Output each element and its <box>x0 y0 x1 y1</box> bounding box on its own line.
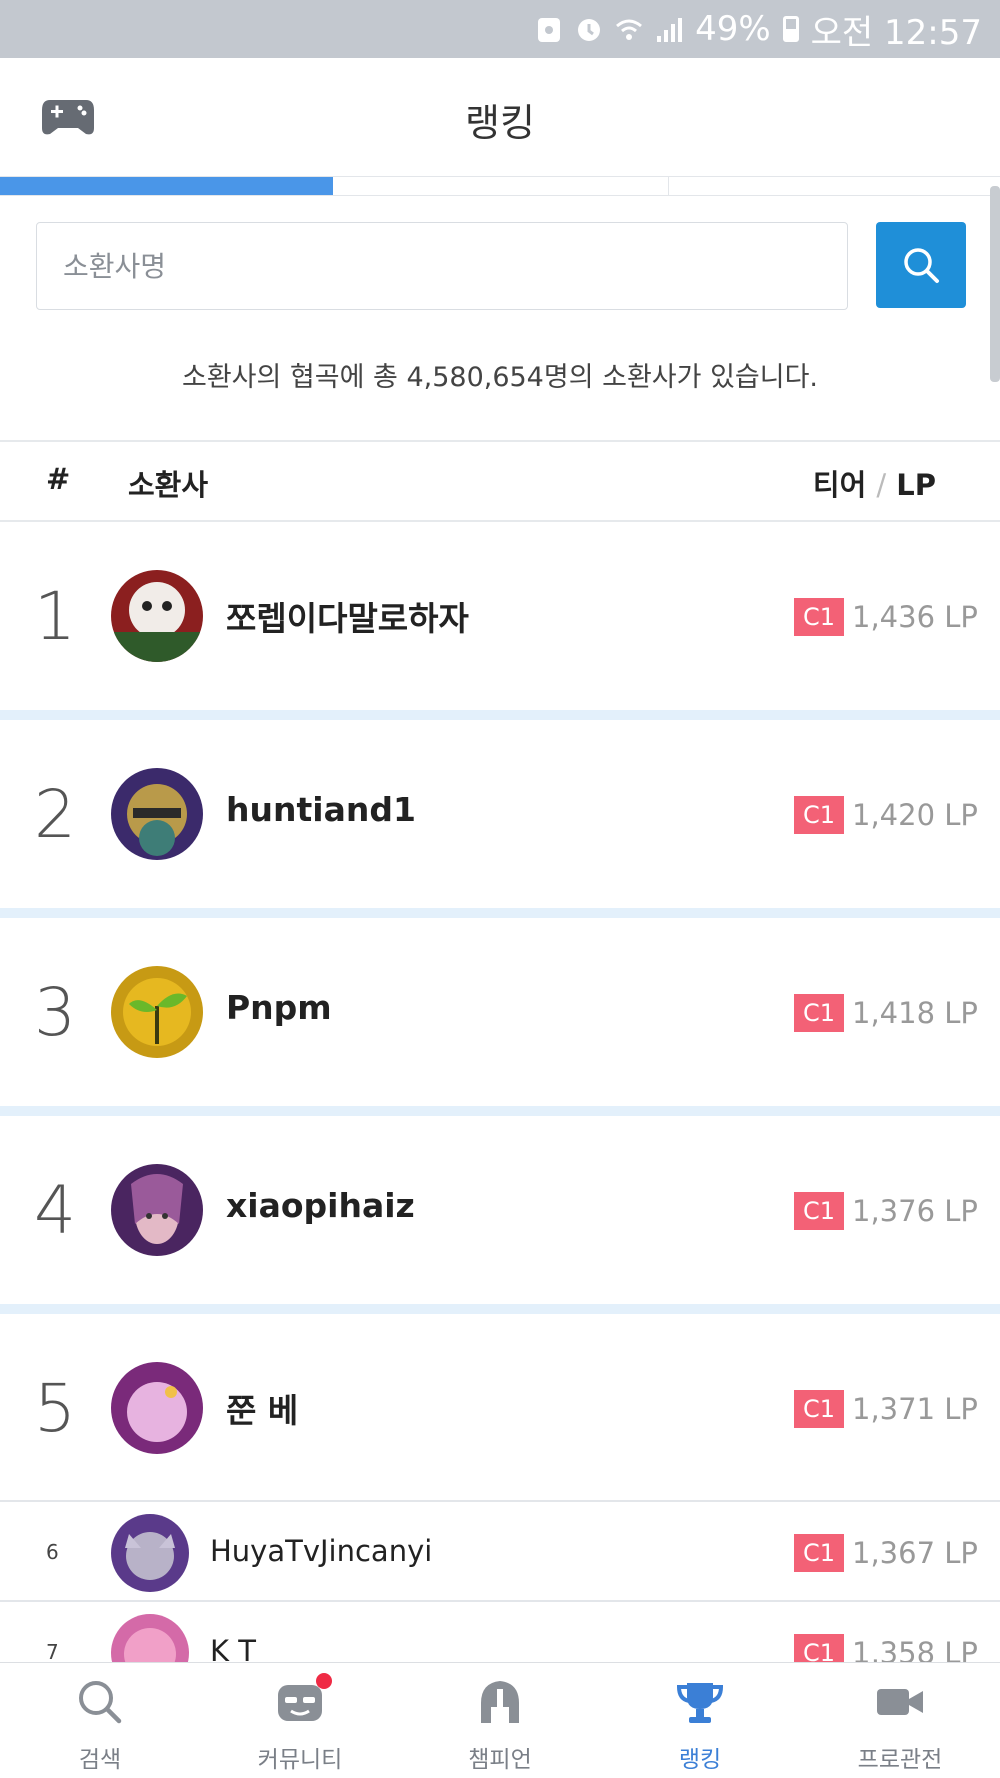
battery-icon <box>782 16 799 42</box>
nav-champion-label: 챔피언 <box>468 1747 532 1773</box>
clock: 오전 12:57 <box>810 12 982 53</box>
wifi-icon <box>616 19 643 40</box>
ranking-table-header: # 소환사 티어 / LP <box>0 440 1000 522</box>
tier-badge: C1 <box>794 1534 844 1572</box>
col-sep: / <box>876 468 887 502</box>
signal-icon <box>657 18 683 42</box>
summoner-search-input[interactable] <box>36 222 848 310</box>
summoner-name[interactable]: 쭌 베 <box>226 1384 298 1432</box>
row-separator <box>0 710 1000 720</box>
nav-community[interactable]: 커뮤니티 <box>200 1663 400 1778</box>
lp-value: 1,418 LP <box>852 996 978 1030</box>
nav-pro-watch-label: 프로관전 <box>857 1747 943 1773</box>
champion-helmet-icon <box>481 1681 519 1723</box>
summoner-avatar <box>111 966 203 1058</box>
nav-ranking-label: 랭킹 <box>678 1747 722 1773</box>
nav-pro-watch[interactable]: 프로관전 <box>800 1663 1000 1778</box>
tier-badge: C1 <box>794 1390 844 1428</box>
rank-number: 5 <box>34 1370 76 1447</box>
tab-strip <box>0 176 1000 196</box>
summoner-name[interactable]: huntiand1 <box>226 790 416 829</box>
summoner-name[interactable]: xiaopihaiz <box>226 1186 415 1225</box>
trophy-icon <box>676 1683 724 1723</box>
video-camera-icon <box>877 1689 923 1715</box>
tier-badge: C1 <box>794 796 844 834</box>
rank-number: 1 <box>34 578 76 655</box>
nav-community-label: 커뮤니티 <box>257 1747 343 1773</box>
row-separator <box>0 1304 1000 1314</box>
lp-value: 1,367 LP <box>852 1536 978 1570</box>
status-bar: 49% 오전 12:57 <box>0 0 1000 58</box>
app-header: 랭킹 <box>0 58 1000 176</box>
search-icon <box>904 248 939 283</box>
summoner-name[interactable]: Pnpm <box>226 988 332 1027</box>
ranking-row[interactable]: 3 Pnpm C1 1,418 LP <box>0 918 1000 1106</box>
bottom-nav: 검색 커뮤니티 챔피언 랭킹 프로관전 <box>0 1662 1000 1778</box>
summoner-name[interactable]: 쪼렙이다말로하자 <box>226 592 469 640</box>
summoner-avatar <box>111 1164 203 1256</box>
nav-champion[interactable]: 챔피언 <box>400 1663 600 1778</box>
tier-badge: C1 <box>794 994 844 1032</box>
tier-badge: C1 <box>794 1192 844 1230</box>
nav-search[interactable]: 검색 <box>0 1663 200 1778</box>
col-rank: # <box>46 462 71 496</box>
page-title: 랭킹 <box>465 101 535 145</box>
notification-dot <box>316 1673 332 1689</box>
lp-value: 1,376 LP <box>852 1194 978 1228</box>
ranking-row[interactable]: 1 쪼렙이다말로하자 C1 1,436 LP <box>0 522 1000 710</box>
tier-badge: C1 <box>794 598 844 636</box>
rank-number: 6 <box>46 1540 59 1564</box>
row-separator <box>0 1106 1000 1116</box>
summoner-avatar <box>111 1514 189 1592</box>
rank-number: 4 <box>34 1172 76 1249</box>
nav-search-label: 검색 <box>78 1747 122 1773</box>
col-tier-lp: 티어 / LP <box>813 462 936 504</box>
ranking-row[interactable]: 5 쭌 베 C1 1,371 LP <box>0 1314 1000 1500</box>
lp-value: 1,420 LP <box>852 798 978 832</box>
summoner-avatar <box>111 1362 203 1454</box>
lp-value: 1,371 LP <box>852 1392 978 1426</box>
col-lp: LP <box>896 468 936 502</box>
rank-number: 7 <box>46 1640 59 1664</box>
summoner-count-summary: 소환사의 협곡에 총 4,580,654명의 소환사가 있습니다. <box>181 362 819 393</box>
nav-ranking[interactable]: 랭킹 <box>600 1663 800 1778</box>
alarm-icon <box>578 19 601 41</box>
ranking-row[interactable]: 4 xiaopihaiz C1 1,376 LP <box>0 1116 1000 1304</box>
rank-number: 3 <box>34 974 76 1051</box>
ranking-row[interactable]: 2 huntiand1 C1 1,420 LP <box>0 720 1000 908</box>
scrollbar[interactable] <box>990 186 1000 382</box>
summoner-avatar <box>111 570 203 662</box>
search-button[interactable] <box>876 222 966 308</box>
search-icon <box>79 1681 122 1724</box>
summoner-name[interactable]: HuyaTvJincanyi <box>210 1534 432 1568</box>
col-summoner: 소환사 <box>128 468 209 502</box>
tab-divider <box>668 177 669 195</box>
tab-1-active[interactable] <box>0 177 333 195</box>
ranking-row[interactable]: 6 HuyaTvJincanyi C1 1,367 LP <box>0 1500 1000 1602</box>
col-tier: 티어 <box>812 468 867 502</box>
battery-percent: 49% <box>695 9 771 49</box>
lock-icon <box>538 18 561 42</box>
rank-number: 2 <box>34 776 76 853</box>
row-separator <box>0 908 1000 918</box>
summoner-avatar <box>111 768 203 860</box>
lp-value: 1,436 LP <box>852 600 978 634</box>
